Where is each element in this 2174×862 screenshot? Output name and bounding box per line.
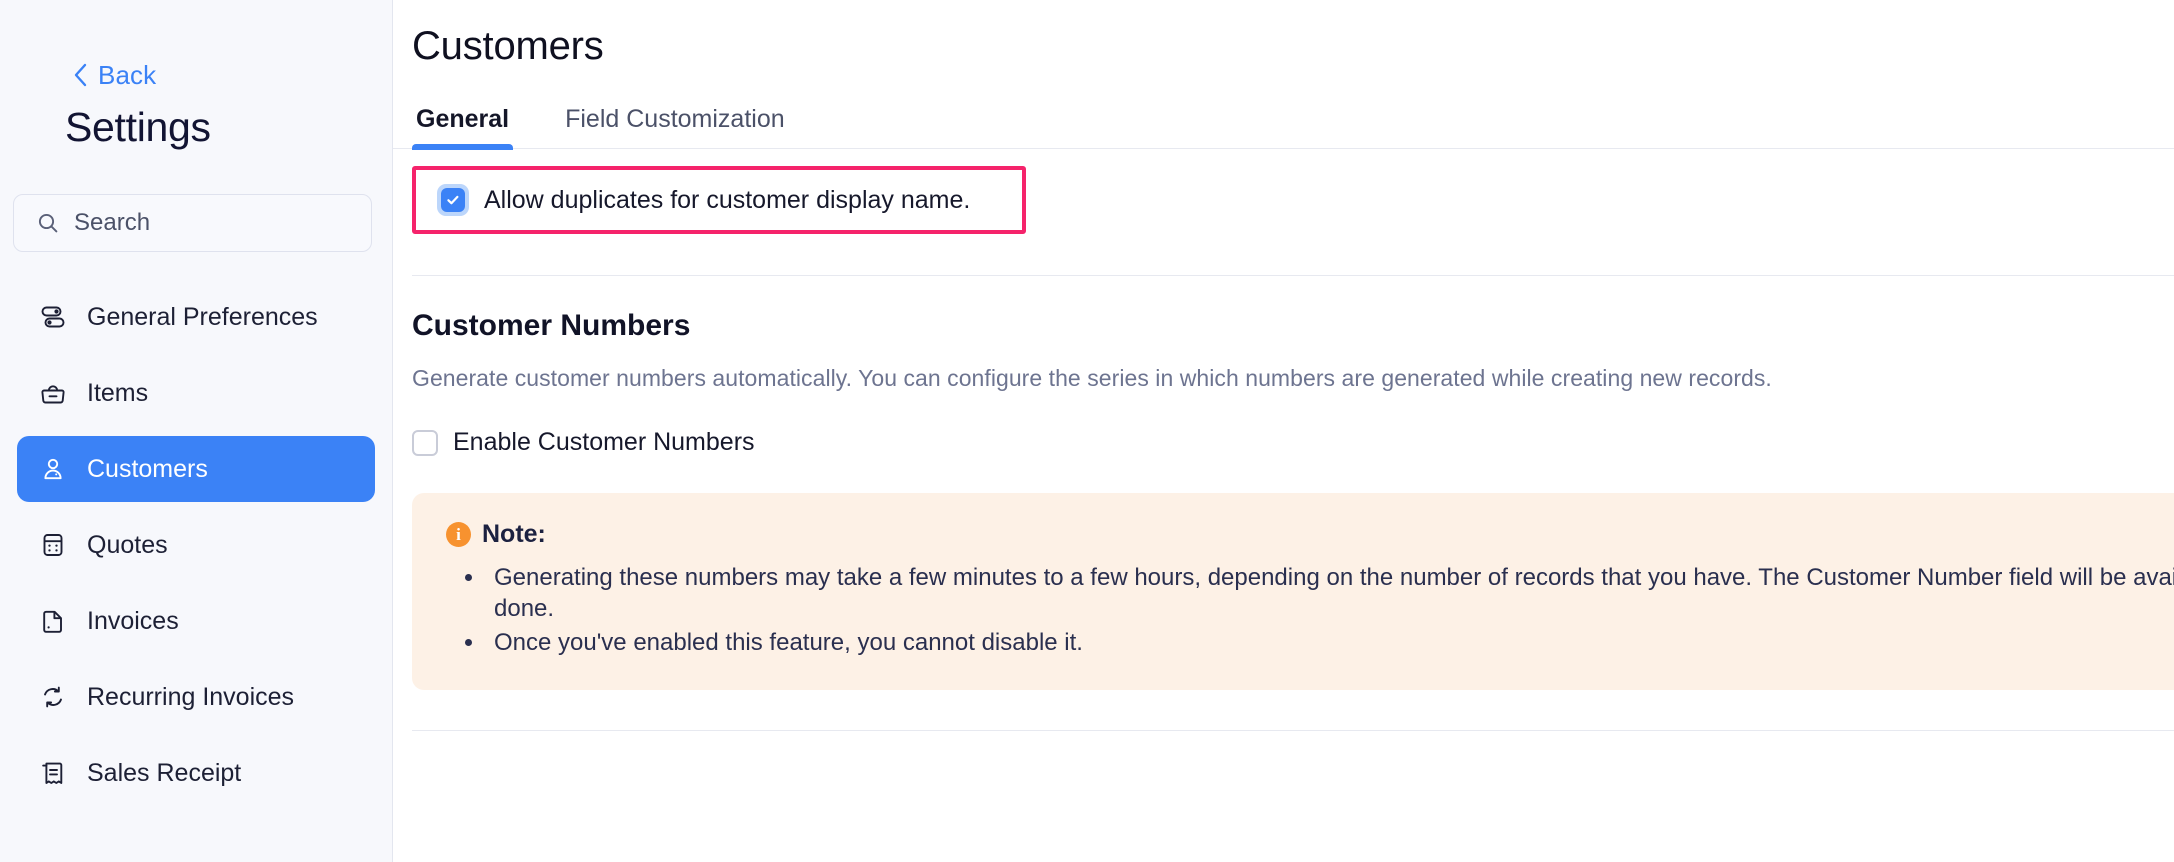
user-icon: [39, 455, 67, 483]
note-header: i Note:: [446, 520, 2174, 549]
tab-label: General: [416, 105, 509, 133]
sidebar-item-label: General Preferences: [87, 303, 318, 332]
refresh-icon: [39, 683, 67, 711]
search-icon: [36, 211, 60, 235]
tab-field-customization[interactable]: Field Customization: [561, 105, 789, 148]
info-icon: i: [446, 522, 471, 547]
allow-duplicates-highlight: Allow duplicates for customer display na…: [412, 166, 1026, 234]
sidebar-item-invoices[interactable]: Invoices: [17, 588, 375, 654]
sidebar-item-quotes[interactable]: Quotes: [17, 512, 375, 578]
sidebar-item-customers[interactable]: Customers: [17, 436, 375, 502]
sidebar-item-sales-receipt[interactable]: Sales Receipt: [17, 740, 375, 806]
sidebar-item-label: Quotes: [87, 531, 168, 560]
main-content: Customers General Field Customization: [393, 0, 2174, 862]
general-tab-panel: Allow duplicates for customer display na…: [393, 166, 2174, 731]
document-icon: [39, 607, 67, 635]
bag-icon: [39, 379, 67, 407]
sidebar-item-label: Items: [87, 379, 148, 408]
list-item: Generating these numbers may take a few …: [486, 563, 2174, 624]
sliders-icon: [39, 303, 67, 331]
tab-label: Field Customization: [565, 105, 785, 133]
sidebar-item-general-preferences[interactable]: General Preferences: [17, 284, 375, 350]
allow-duplicates-label: Allow duplicates for customer display na…: [484, 186, 970, 215]
chevron-left-icon: [72, 62, 88, 88]
back-label: Back: [98, 60, 156, 91]
search-placeholder: Search: [74, 209, 150, 237]
sidebar-item-recurring-invoices[interactable]: Recurring Invoices: [17, 664, 375, 730]
back-button[interactable]: Back: [0, 60, 392, 90]
section-divider-top: [412, 275, 2174, 276]
sidebar-nav: General Preferences Items: [0, 284, 392, 806]
customer-numbers-heading: Customer Numbers: [412, 309, 2137, 343]
tab-general[interactable]: General: [412, 105, 513, 148]
sidebar-item-label: Sales Receipt: [87, 759, 241, 788]
enable-customer-numbers-label: Enable Customer Numbers: [453, 428, 755, 457]
note-bullet-list: Generating these numbers may take a few …: [486, 563, 2174, 659]
allow-duplicates-checkbox[interactable]: [437, 184, 469, 216]
page-title: Customers: [393, 0, 2174, 69]
sidebar-item-label: Customers: [87, 455, 208, 484]
allow-duplicates-row[interactable]: Allow duplicates for customer display na…: [437, 184, 970, 216]
sidebar-item-items[interactable]: Items: [17, 360, 375, 426]
customer-numbers-description: Generate customer numbers automatically.…: [412, 365, 2137, 392]
calculator-icon: [39, 531, 67, 559]
note-callout: i Note: Generating these numbers may tak…: [412, 493, 2174, 690]
checkbox-check-icon: [441, 188, 465, 212]
section-divider-bottom: [412, 730, 2174, 731]
tab-bar: General Field Customization: [393, 105, 2174, 149]
sidebar-title: Settings: [0, 104, 392, 151]
settings-page: Back Settings Search: [0, 0, 2174, 862]
enable-customer-numbers-checkbox[interactable]: [412, 430, 438, 456]
receipt-icon: [39, 759, 67, 787]
note-title: Note:: [482, 520, 546, 549]
list-item: Once you've enabled this feature, you ca…: [486, 628, 2174, 659]
sidebar: Back Settings Search: [0, 0, 393, 862]
sidebar-item-label: Recurring Invoices: [87, 683, 294, 712]
sidebar-item-label: Invoices: [87, 607, 179, 636]
enable-customer-numbers-row[interactable]: Enable Customer Numbers: [412, 428, 2137, 457]
search-input[interactable]: Search: [13, 194, 372, 252]
